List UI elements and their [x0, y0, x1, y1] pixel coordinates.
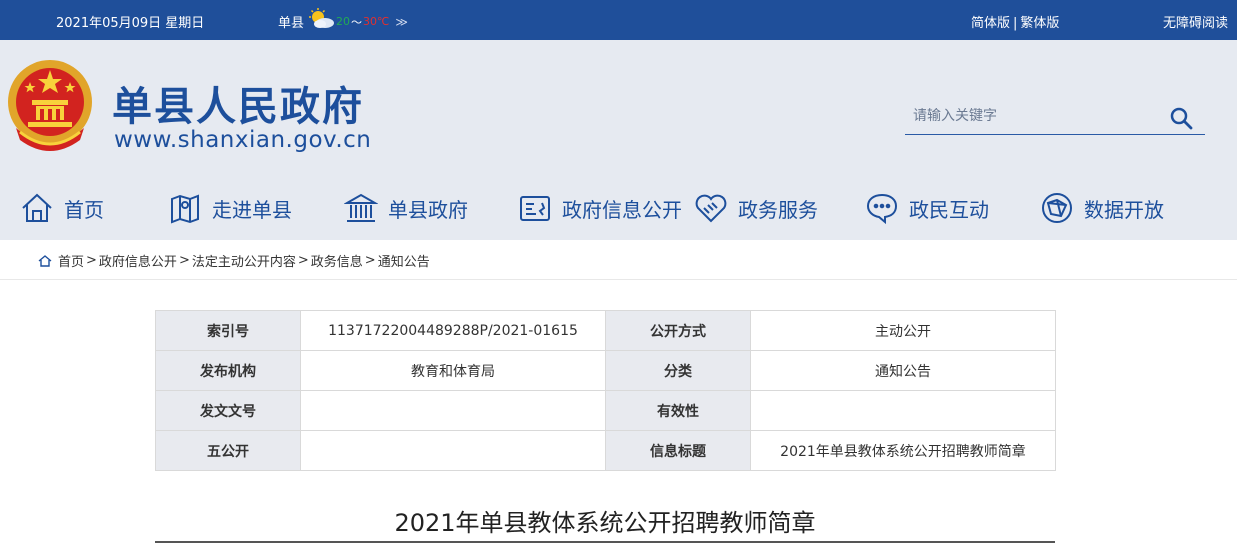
meta-key: 公开方式: [605, 310, 751, 351]
nav-item-home[interactable]: 首页: [20, 188, 104, 228]
top-bar: 2021年05月09日 星期日 单县 20 ～ 30℃ ≫ 简体版 | 繁体版 无障…: [0, 0, 1237, 40]
search-icon[interactable]: [1169, 106, 1193, 130]
site-name[interactable]: 单县人民政府: [112, 74, 364, 132]
nav-item-about-county[interactable]: 走进单县: [168, 188, 292, 228]
table-row: 发布机构 教育和体育局 分类 通知公告: [155, 350, 1056, 391]
site-header: 单县人民政府 www.shanxian.gov.cn 首页 走进单县 单县政府: [0, 40, 1237, 240]
meta-value: 教育和体育局: [300, 350, 606, 391]
simplified-chinese-link[interactable]: 简体版: [971, 16, 1010, 31]
breadcrumb-separator: >: [86, 253, 97, 268]
breadcrumb-notices[interactable]: 通知公告: [378, 251, 430, 270]
search-input[interactable]: [913, 108, 1163, 124]
meta-key: 五公开: [155, 430, 301, 471]
temp-high: 30℃: [363, 15, 390, 28]
nav-item-info-disclosure[interactable]: 政府信息公开: [518, 188, 682, 228]
meta-value: [300, 430, 606, 471]
meta-value: [750, 390, 1056, 431]
search-box: [905, 102, 1205, 135]
breadcrumb-separator: >: [364, 253, 376, 268]
site-url[interactable]: www.shanxian.gov.cn: [114, 127, 371, 153]
traditional-chinese-link[interactable]: 繁体版: [1020, 16, 1059, 31]
weather-city: 单县: [278, 16, 305, 31]
table-row: 五公开 信息标题 2021年单县教体系统公开招聘教师简章: [155, 430, 1056, 471]
meta-value: 2021年单县教体系统公开招聘教师简章: [750, 430, 1056, 471]
temp-low: 20: [336, 15, 351, 28]
meta-key: 信息标题: [605, 430, 751, 471]
chat-icon: [866, 193, 898, 225]
weather-widget[interactable]: 单县 20 ～ 30℃ ≫: [278, 7, 408, 31]
meta-value: 主动公开: [750, 310, 1056, 351]
info-card-icon: [520, 196, 550, 221]
meta-value: [300, 390, 606, 431]
breadcrumb-government-affairs[interactable]: 政务信息: [311, 251, 363, 270]
breadcrumb-home[interactable]: 首页: [58, 251, 84, 270]
nav-item-open-data[interactable]: 数据开放: [1040, 188, 1164, 228]
accessibility-link[interactable]: 无障碍阅读: [1163, 12, 1228, 31]
breadcrumb-statutory-content[interactable]: 法定主动公开内容: [192, 251, 296, 270]
current-date: 2021年05月09日 星期日: [56, 16, 205, 31]
government-building-icon: [344, 193, 378, 222]
breadcrumb-separator: >: [178, 253, 190, 268]
meta-key: 有效性: [605, 390, 751, 431]
table-row: 发文文号 有效性: [155, 390, 1056, 431]
data-network-icon: [1042, 193, 1072, 223]
title-divider: [155, 541, 1055, 543]
nav-label: 政务服务: [738, 197, 818, 222]
nav-item-county-government[interactable]: 单县政府: [344, 188, 468, 228]
breadcrumb-separator: >: [297, 253, 309, 268]
language-switch: 简体版 | 繁体版: [971, 12, 1059, 31]
handshake-icon: [695, 194, 727, 223]
nav-label: 单县政府: [388, 197, 468, 222]
nav-label: 政民互动: [909, 197, 989, 222]
meta-key: 发文文号: [155, 390, 301, 431]
meta-value: 通知公告: [750, 350, 1056, 391]
meta-key: 分类: [605, 350, 751, 391]
partly-sunny-icon: [309, 7, 335, 28]
lang-separator: |: [1013, 16, 1018, 31]
nav-label: 数据开放: [1084, 197, 1164, 222]
table-row: 索引号 11371722004489288P/2021-01615 公开方式 主…: [155, 310, 1056, 351]
breadcrumb-divider: [0, 279, 1237, 280]
main-nav: 首页 走进单县 单县政府 政府信息公开 政务服务 政民互动 数据开放: [0, 188, 1237, 228]
map-icon: [171, 194, 199, 224]
breadcrumb-info-disclosure[interactable]: 政府信息公开: [99, 251, 177, 270]
national-emblem-icon[interactable]: [6, 58, 94, 156]
breadcrumb: 首页 > 政府信息公开 > 法定主动公开内容 > 政务信息 > 通知公告: [38, 251, 430, 270]
article-title: 2021年单县教体系统公开招聘教师简章: [394, 509, 816, 537]
nav-label: 走进单县: [212, 197, 292, 222]
document-meta-table: 索引号 11371722004489288P/2021-01615 公开方式 主…: [155, 310, 1056, 471]
home-icon: [38, 254, 52, 267]
weather-more-icon[interactable]: ≫: [395, 15, 408, 29]
meta-key: 索引号: [155, 310, 301, 351]
nav-label: 首页: [64, 197, 104, 222]
temp-separator: ～: [351, 15, 363, 29]
home-icon: [22, 193, 52, 222]
meta-value: 11371722004489288P/2021-01615: [300, 310, 606, 351]
nav-label: 政府信息公开: [562, 197, 682, 222]
meta-key: 发布机构: [155, 350, 301, 391]
nav-item-government-services[interactable]: 政务服务: [694, 188, 818, 228]
nav-item-public-interaction[interactable]: 政民互动: [865, 188, 989, 228]
